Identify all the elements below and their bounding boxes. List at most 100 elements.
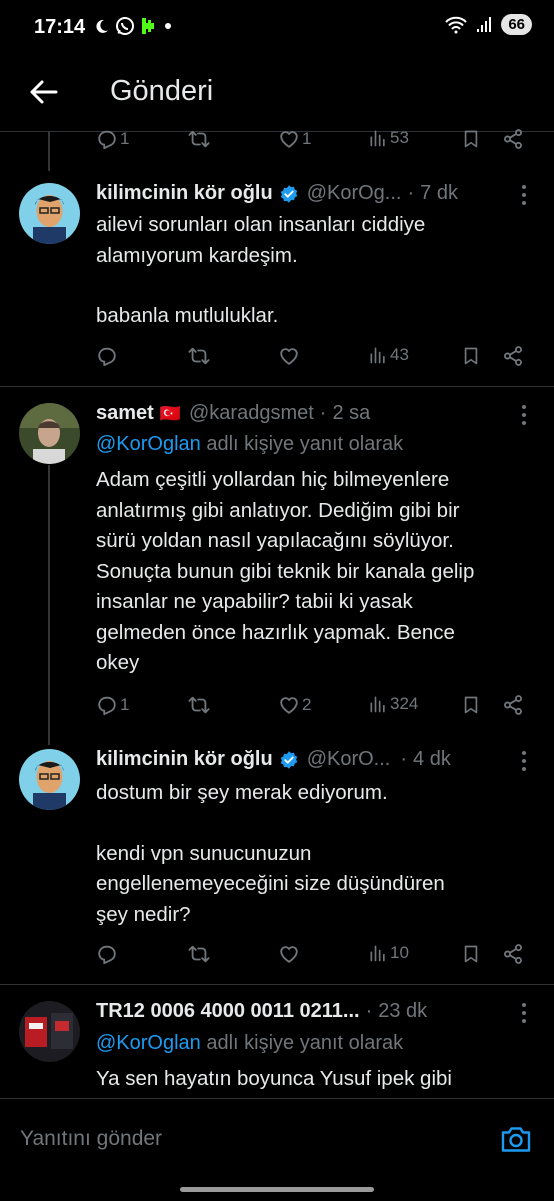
moon-icon [96, 19, 108, 33]
reply-button[interactable] [96, 943, 118, 965]
thread-line [48, 465, 50, 745]
verified-badge-icon [279, 750, 299, 770]
bookmark-button[interactable] [461, 345, 481, 367]
more-icon[interactable] [516, 403, 532, 427]
camera-icon[interactable] [500, 1124, 532, 1154]
like-icon [278, 694, 300, 716]
whatsapp-icon [116, 17, 134, 35]
reply-button[interactable]: 1 [96, 694, 129, 716]
tweet-actions: 43 [96, 345, 526, 375]
tweet-time[interactable]: 23 dk [378, 1000, 427, 1023]
like-icon [278, 345, 300, 367]
reply-icon [96, 345, 118, 367]
more-icon[interactable] [516, 183, 532, 207]
reply-composer: Yanıtını gönder [0, 1098, 554, 1201]
tweet-divider [0, 386, 554, 387]
tweet-time[interactable]: 4 dk [413, 748, 451, 771]
author-handle[interactable]: @karadgsmet [189, 402, 314, 425]
bookmark-icon [461, 694, 481, 716]
wifi-icon [445, 16, 468, 33]
reply-icon [96, 694, 118, 716]
tweet-divider [0, 984, 554, 985]
flag-emoji: 🇹🇷 [159, 403, 181, 423]
like-button[interactable]: 2 [278, 694, 311, 716]
tweet-header: kilimcinin kör oğlu @KorOg... · 7 dk [96, 182, 458, 205]
page-title: Gönderi [110, 75, 214, 107]
tweet-text: Ya sen hayatın boyunca Yusuf ipek gibi [96, 1067, 452, 1090]
like-button[interactable] [278, 345, 300, 367]
system-icons: 66 [445, 14, 532, 35]
repost-button[interactable] [188, 943, 210, 965]
tweet-text: dostum bir şey merak ediyorum. kendi vpn… [96, 781, 445, 926]
avatar[interactable] [19, 183, 80, 244]
tweet-actions: 1 1 53 [96, 128, 526, 158]
reply-input[interactable]: Yanıtını gönder [20, 1127, 162, 1151]
avatar[interactable] [19, 403, 80, 464]
avatar-photo-image [19, 403, 80, 464]
author-name[interactable]: samet [96, 402, 154, 425]
views-icon [368, 345, 388, 365]
author-name[interactable]: kilimcinin kör oğlu [96, 748, 273, 771]
reply-icon [96, 943, 118, 965]
like-button[interactable]: 1 [278, 128, 311, 150]
views-icon [368, 128, 388, 148]
more-icon[interactable] [516, 1001, 532, 1025]
avatar-cartoon-image [19, 183, 80, 244]
like-button[interactable] [278, 943, 300, 965]
share-icon [502, 128, 524, 150]
views-icon [368, 943, 388, 963]
like-icon [278, 128, 300, 150]
reply-icon [96, 128, 118, 150]
repost-icon [188, 694, 210, 716]
reply-mention-link[interactable]: @KorOglan [96, 433, 201, 455]
reply-mention-link[interactable]: @KorOglan [96, 1032, 201, 1054]
back-arrow-icon[interactable] [28, 76, 60, 108]
reply-button[interactable] [96, 345, 118, 367]
avatar[interactable] [19, 749, 80, 810]
dot-icon [165, 23, 171, 29]
share-button[interactable] [502, 943, 524, 965]
avatar-cartoon-image [19, 749, 80, 810]
reply-button[interactable]: 1 [96, 128, 129, 150]
share-button[interactable] [502, 345, 524, 367]
repost-button[interactable] [188, 128, 210, 150]
repost-button[interactable] [188, 694, 210, 716]
author-name[interactable]: TR12 0006 4000 0011 0211... [96, 1000, 360, 1023]
thread-line [48, 131, 50, 171]
avatar[interactable] [19, 1001, 80, 1062]
views-button[interactable]: 10 [368, 943, 409, 963]
views-button[interactable]: 324 [368, 694, 418, 714]
repost-button[interactable] [188, 345, 210, 367]
share-icon [502, 345, 524, 367]
tweet-time[interactable]: 7 dk [420, 182, 458, 205]
tweet-time[interactable]: 2 sa [332, 402, 370, 425]
tweet-actions: 1 2 324 [96, 694, 526, 724]
tweet-header: samet 🇹🇷 @karadgsmet · 2 sa [96, 402, 371, 425]
more-icon[interactable] [516, 749, 532, 773]
battery-indicator: 66 [501, 14, 532, 35]
verified-badge-icon [279, 184, 299, 204]
share-icon [502, 694, 524, 716]
bookmark-button[interactable] [461, 128, 481, 150]
views-icon [368, 694, 388, 714]
tweet-header: kilimcinin kör oğlu @KorO... · 4 dk [96, 748, 451, 771]
avatar-photo-image [19, 1001, 80, 1062]
author-name[interactable]: kilimcinin kör oğlu [96, 182, 273, 205]
bookmark-icon [461, 345, 481, 367]
author-handle[interactable]: @KorO... [307, 748, 391, 771]
bookmark-icon [461, 943, 481, 965]
views-button[interactable]: 43 [368, 345, 409, 365]
like-icon [278, 943, 300, 965]
bookmark-button[interactable] [461, 694, 481, 716]
reply-context: @KorOglan adlı kişiye yanıt olarak [96, 433, 404, 455]
repost-icon [188, 345, 210, 367]
share-button[interactable] [502, 128, 524, 150]
repost-icon [188, 943, 210, 965]
bookmark-icon [461, 128, 481, 150]
share-button[interactable] [502, 694, 524, 716]
author-handle[interactable]: @KorOg... [307, 182, 402, 205]
share-icon [502, 943, 524, 965]
repost-icon [188, 128, 210, 150]
bookmark-button[interactable] [461, 943, 481, 965]
views-button[interactable]: 53 [368, 128, 409, 148]
